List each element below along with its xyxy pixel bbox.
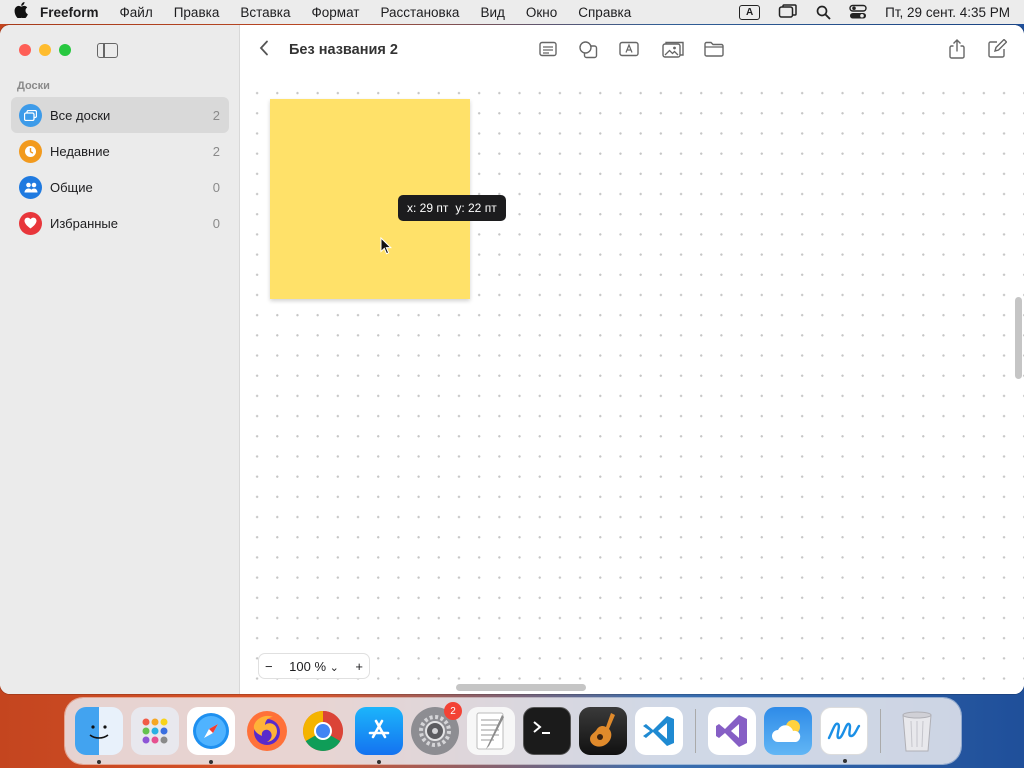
menu-bar: Freeform Файл Правка Вставка Формат Расс… — [0, 0, 1024, 24]
dock-separator — [880, 709, 881, 753]
people-icon — [19, 175, 42, 199]
sidebar-item-recent[interactable]: Недавние 2 — [11, 133, 229, 169]
sidebar-item-label: Все доски — [50, 107, 111, 123]
clock-icon — [19, 139, 42, 163]
sidebar-item-shared[interactable]: Общие 0 — [11, 169, 229, 205]
freeform-window: Доски Все доски 2 Недавние 2 Общие 0 Изб… — [0, 25, 1024, 694]
vscode-icon[interactable] — [635, 707, 683, 755]
tooltip-x-value: x: 29 пт — [407, 201, 449, 215]
board-main: Без названия 2 x: 29 пт y: 22 пт − 100 %… — [241, 25, 1024, 694]
tooltip-y-value: y: 22 пт — [455, 201, 497, 215]
sidebar-section-title: Доски — [17, 80, 50, 92]
fullscreen-window-button[interactable] — [59, 44, 71, 56]
sidebar-item-label: Избранные — [50, 215, 118, 231]
vertical-scrollbar[interactable] — [1015, 297, 1022, 379]
textedit-icon[interactable] — [467, 707, 515, 755]
trash-icon[interactable] — [893, 707, 941, 755]
menu-format[interactable]: Формат — [312, 5, 360, 20]
running-indicator — [843, 759, 847, 763]
app-store-icon[interactable] — [355, 707, 403, 764]
zoom-out-button[interactable]: − — [265, 659, 273, 674]
boards-list: Все доски 2 Недавние 2 Общие 0 Избранные… — [11, 97, 229, 241]
menu-insert[interactable]: Вставка — [240, 5, 290, 20]
dock: 2 — [65, 698, 961, 764]
control-center-icon[interactable] — [849, 4, 867, 20]
sidebar-item-count: 0 — [212, 179, 220, 195]
visual-studio-icon[interactable] — [708, 707, 756, 755]
firefox-icon[interactable] — [243, 707, 291, 755]
menu-arrange[interactable]: Расстановка — [380, 5, 459, 20]
folder-tool-icon[interactable] — [704, 41, 726, 59]
sidebar: Доски Все доски 2 Недавние 2 Общие 0 Изб… — [0, 25, 240, 694]
position-tooltip: x: 29 пт y: 22 пт — [398, 195, 506, 221]
running-indicator — [209, 760, 213, 764]
launchpad-icon[interactable] — [131, 707, 179, 755]
window-controls — [19, 44, 71, 56]
sidebar-item-all-boards[interactable]: Все доски 2 — [11, 97, 229, 133]
horizontal-scrollbar[interactable] — [456, 684, 586, 691]
board-title: Без названия 2 — [289, 42, 398, 58]
sidebar-toggle-icon[interactable] — [97, 43, 118, 58]
menu-app-name[interactable]: Freeform — [40, 5, 99, 20]
sidebar-item-count: 2 — [212, 107, 220, 123]
share-icon[interactable] — [948, 39, 970, 59]
system-settings-icon[interactable]: 2 — [411, 702, 462, 755]
dock-separator — [695, 709, 696, 753]
back-button[interactable] — [259, 39, 269, 62]
zoom-level-select[interactable]: 100 % ⌄ — [289, 659, 339, 674]
sidebar-item-count: 0 — [212, 215, 220, 231]
apple-menu-icon[interactable] — [14, 2, 40, 22]
minimize-window-button[interactable] — [39, 44, 51, 56]
text-box-tool-icon[interactable] — [619, 41, 641, 59]
notification-badge: 2 — [444, 702, 462, 720]
board-canvas[interactable]: x: 29 пт y: 22 пт − 100 % ⌄ + — [241, 77, 1024, 694]
finder-icon[interactable] — [75, 707, 123, 764]
input-source-icon[interactable]: A — [739, 4, 761, 20]
new-board-icon[interactable] — [987, 38, 1009, 58]
sticky-note-tool-icon[interactable] — [539, 41, 561, 59]
toolbar: Без названия 2 — [241, 25, 1024, 77]
sidebar-item-label: Общие — [50, 179, 93, 195]
shapes-tool-icon[interactable] — [579, 41, 601, 59]
status-area: A Пт, 29 сент. 4:35 PM — [739, 4, 1010, 20]
zoom-level-value: 100 % — [289, 658, 327, 674]
menu-window[interactable]: Окно — [526, 5, 557, 20]
menu-file[interactable]: Файл — [120, 5, 153, 20]
screen-mirroring-icon[interactable] — [778, 4, 798, 20]
garageband-icon[interactable] — [579, 707, 627, 755]
terminal-icon[interactable] — [523, 707, 571, 755]
zoom-in-button[interactable]: + — [355, 659, 363, 674]
menu-edit[interactable]: Правка — [174, 5, 220, 20]
menu-view[interactable]: Вид — [480, 5, 504, 20]
chevron-down-icon: ⌄ — [329, 661, 339, 674]
close-window-button[interactable] — [19, 44, 31, 56]
running-indicator — [377, 760, 381, 764]
weather-icon[interactable] — [764, 707, 812, 755]
sidebar-item-count: 2 — [212, 143, 220, 159]
datetime[interactable]: Пт, 29 сент. 4:35 PM — [885, 5, 1010, 20]
chrome-icon[interactable] — [299, 707, 347, 755]
freeform-icon[interactable] — [820, 707, 868, 763]
media-tool-icon[interactable] — [662, 41, 684, 59]
sidebar-item-label: Недавние — [50, 143, 110, 159]
mouse-cursor-icon — [380, 236, 393, 258]
all-boards-icon — [19, 103, 42, 127]
safari-icon[interactable] — [187, 707, 235, 764]
spotlight-search-icon[interactable] — [816, 5, 831, 20]
menu-help[interactable]: Справка — [578, 5, 631, 20]
sidebar-item-favorites[interactable]: Избранные 0 — [11, 205, 229, 241]
heart-icon — [19, 211, 42, 235]
zoom-control: − 100 % ⌄ + — [259, 654, 369, 678]
running-indicator — [97, 760, 101, 764]
